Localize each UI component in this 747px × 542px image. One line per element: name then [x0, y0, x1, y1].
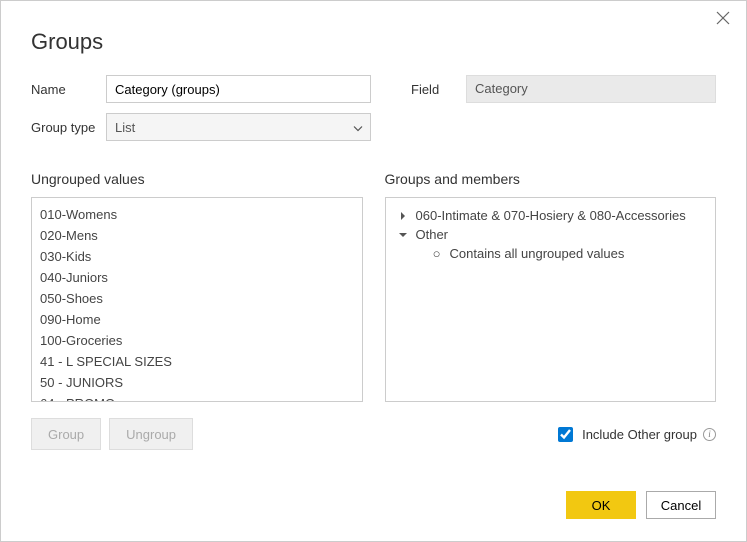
- list-item[interactable]: 50 - JUNIORS: [40, 372, 354, 393]
- name-label: Name: [31, 82, 106, 97]
- field-label: Field: [411, 82, 466, 97]
- other-child[interactable]: ○ Contains all ungrouped values: [392, 244, 710, 263]
- group-node[interactable]: 060-Intimate & 070-Hosiery & 080-Accesso…: [392, 206, 710, 225]
- other-label: Other: [416, 227, 449, 242]
- list-item[interactable]: 050-Shoes: [40, 288, 354, 309]
- list-item[interactable]: 41 - L SPECIAL SIZES: [40, 351, 354, 372]
- group-label: 060-Intimate & 070-Hosiery & 080-Accesso…: [416, 208, 686, 223]
- list-item[interactable]: 010-Womens: [40, 204, 354, 225]
- cancel-button[interactable]: Cancel: [646, 491, 716, 519]
- dialog-title: Groups: [31, 29, 716, 55]
- name-input[interactable]: [106, 75, 371, 103]
- list-item[interactable]: 100-Groceries: [40, 330, 354, 351]
- list-item[interactable]: 090-Home: [40, 309, 354, 330]
- list-item[interactable]: 64 - PROMO: [40, 393, 354, 402]
- caret-down-icon: [396, 231, 410, 239]
- caret-right-icon: [396, 212, 410, 220]
- name-row: Name Field Category: [31, 75, 716, 103]
- include-other-checkbox[interactable]: [558, 427, 573, 442]
- group-type-select[interactable]: List: [106, 113, 371, 141]
- other-desc: Contains all ungrouped values: [450, 246, 625, 261]
- bullet-icon: ○: [430, 246, 444, 261]
- ungrouped-header: Ungrouped values: [31, 171, 363, 187]
- list-item[interactable]: 040-Juniors: [40, 267, 354, 288]
- groups-dialog: Groups Name Field Category Group type Li…: [0, 0, 747, 542]
- ungroup-button[interactable]: Ungroup: [109, 418, 193, 450]
- group-type-row: Group type List: [31, 113, 716, 141]
- info-icon[interactable]: i: [703, 428, 716, 441]
- ungrouped-listbox[interactable]: 010-Womens 020-Mens 030-Kids 040-Juniors…: [31, 197, 363, 402]
- field-value: Category: [466, 75, 716, 103]
- list-item[interactable]: 020-Mens: [40, 225, 354, 246]
- list-item[interactable]: 030-Kids: [40, 246, 354, 267]
- ok-button[interactable]: OK: [566, 491, 636, 519]
- groups-header: Groups and members: [385, 171, 717, 187]
- close-button[interactable]: [716, 11, 732, 27]
- include-other-label: Include Other group: [582, 427, 697, 442]
- other-node[interactable]: Other: [392, 225, 710, 244]
- group-button[interactable]: Group: [31, 418, 101, 450]
- group-type-label: Group type: [31, 120, 106, 135]
- groups-tree[interactable]: 060-Intimate & 070-Hosiery & 080-Accesso…: [385, 197, 717, 402]
- close-icon: [716, 11, 730, 25]
